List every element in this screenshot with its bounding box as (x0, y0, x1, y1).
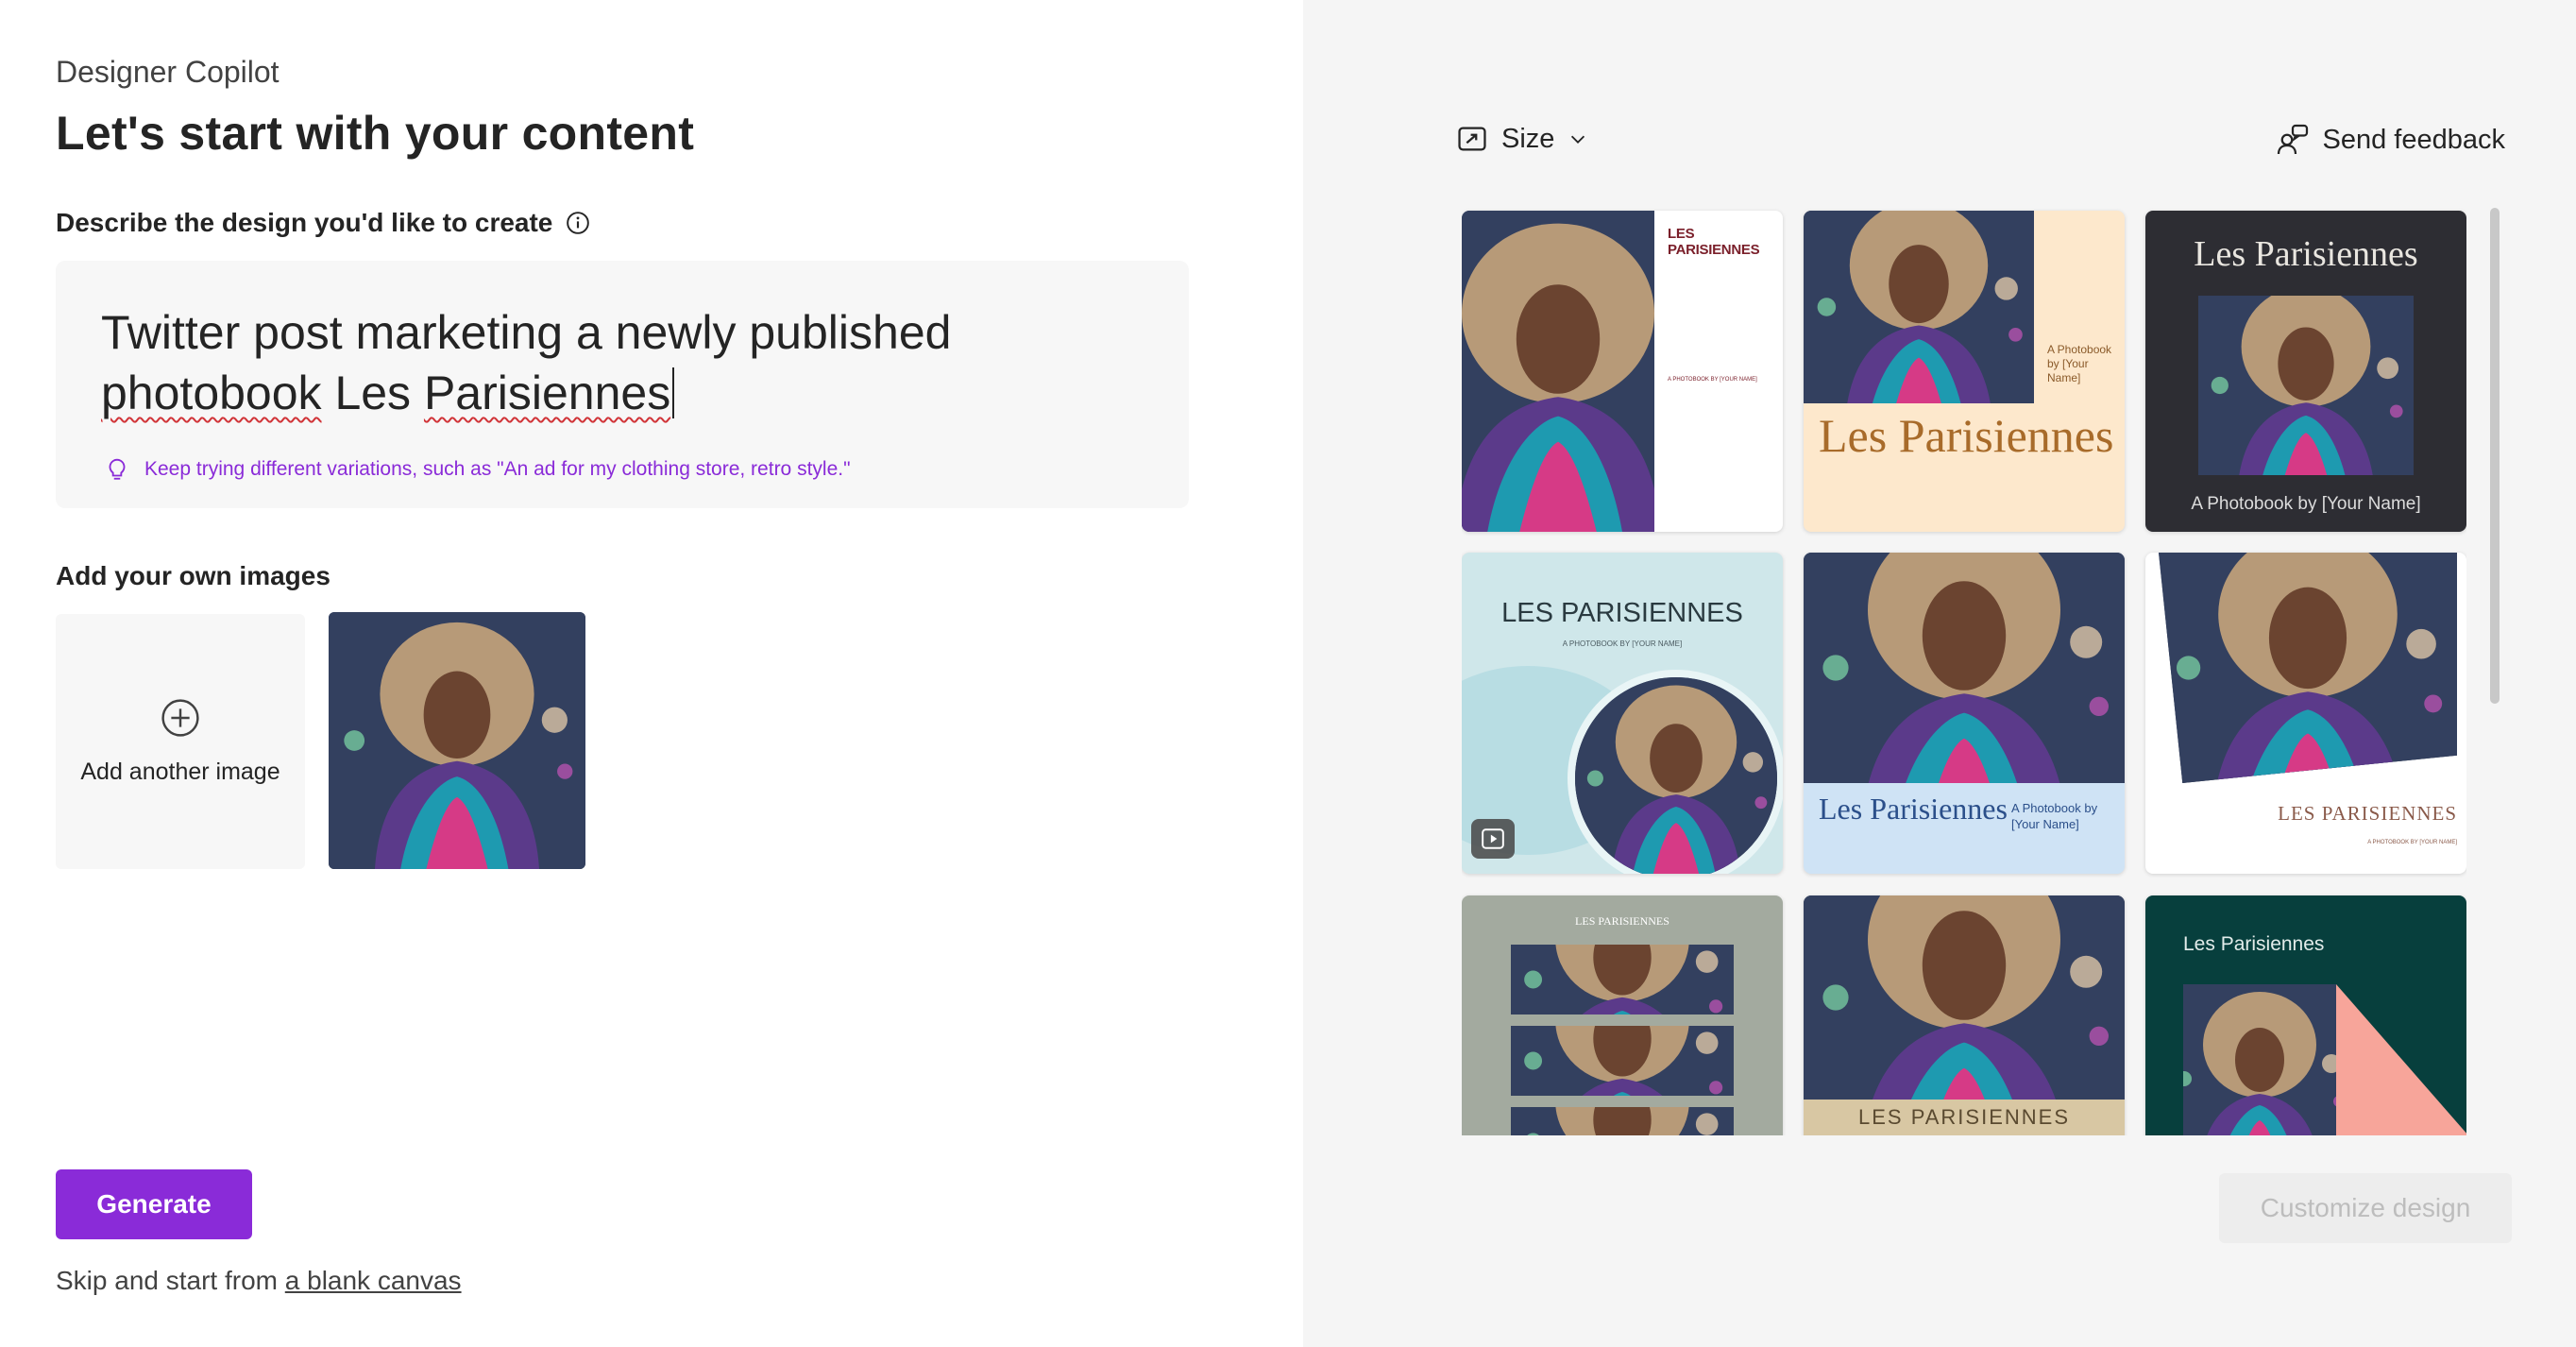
design-card-8[interactable]: LES PARISIENNES (1804, 895, 2125, 1135)
add-image-label: Add another image (80, 758, 280, 785)
design-photo (1511, 1026, 1734, 1096)
prompt-tip: Keep trying different variations, such a… (105, 457, 851, 482)
skip-text: Skip and start from a blank canvas (56, 1266, 462, 1296)
design-photo (1575, 677, 1777, 874)
add-image-button[interactable]: Add another image (56, 614, 305, 869)
design-subtitle: A Photobook by [Your Name] (2191, 494, 2421, 514)
decor-triangle (2336, 984, 2466, 1135)
tip-text: Keep trying different variations, such a… (144, 458, 851, 480)
text-caret (672, 367, 675, 418)
design-title: Les Parisiennes (2194, 234, 2418, 274)
prompt-text[interactable]: Twitter post marketing a newly published… (101, 302, 1093, 423)
info-icon[interactable] (566, 211, 590, 235)
design-card-9[interactable]: Les Parisiennes (2145, 895, 2466, 1135)
design-card-6[interactable]: LES PARISIENNES A PHOTOBOOK BY [YOUR NAM… (2145, 553, 2466, 874)
right-panel: Size Send feedback LES PARISIENNES A PHO… (1303, 0, 2576, 1347)
design-photo (1804, 553, 2125, 783)
design-card-1[interactable]: LES PARISIENNES A PHOTOBOOK BY [YOUR NAM… (1462, 211, 1783, 532)
design-title: LES PARISIENNES (1668, 226, 1760, 258)
design-photo (1511, 1107, 1734, 1135)
design-title: LES PARISIENNES (2278, 802, 2457, 825)
feedback-label: Send feedback (2322, 124, 2505, 155)
design-card-4[interactable]: LES PARISIENNES A PHOTOBOOK BY [YOUR NAM… (1462, 553, 1783, 874)
design-photo (2198, 296, 2414, 475)
design-subtitle: A PHOTOBOOK BY [YOUR NAME] (2367, 840, 2457, 845)
design-card-7[interactable]: LES PARISIENNES (1462, 895, 1783, 1135)
design-card-3[interactable]: Les Parisiennes A Photobook by [Your Nam… (2145, 211, 2466, 532)
design-card-2[interactable]: A Photobook by [Your Name] Les Parisienn… (1804, 211, 2125, 532)
left-panel: Designer Copilot Let's start with your c… (0, 0, 1303, 1347)
video-badge (1471, 819, 1515, 859)
design-photo (2159, 553, 2457, 783)
design-title: Les Parisiennes (2183, 933, 2325, 955)
design-photo (1462, 211, 1654, 532)
page-title: Let's start with your content (56, 107, 695, 160)
design-subtitle: A Photobook by [Your Name] (2011, 801, 2098, 831)
plus-circle-icon (161, 698, 199, 737)
prompt-text-word1: photobook (101, 367, 322, 419)
generate-button[interactable]: Generate (56, 1169, 252, 1239)
person-feedback-icon (2277, 124, 2308, 155)
prompt-label-text: Describe the design you'd like to create (56, 208, 553, 237)
uploaded-photo (329, 612, 585, 869)
lightbulb-icon (109, 458, 126, 480)
blank-canvas-link[interactable]: a blank canvas (285, 1266, 462, 1295)
chevron-down-icon (1571, 135, 1585, 144)
design-photo (1804, 895, 2125, 1100)
design-subtitle: A PHOTOBOOK BY [YOUR NAME] (1562, 639, 1683, 648)
customize-design-button[interactable]: Customize design (2219, 1173, 2512, 1243)
send-feedback-button[interactable]: Send feedback (2276, 123, 2505, 157)
design-grid: LES PARISIENNES A PHOTOBOOK BY [YOUR NAM… (1462, 208, 2466, 1135)
design-subtitle: A PHOTOBOOK BY [YOUR NAME] (1668, 377, 1757, 383)
grid-scrollbar[interactable] (2490, 208, 2500, 704)
prompt-input[interactable]: Twitter post marketing a newly published… (56, 261, 1189, 508)
size-label: Size (1501, 123, 1555, 154)
prompt-text-part2: Les (321, 367, 424, 419)
design-title: Les Parisiennes (1819, 792, 2008, 826)
design-title: LES PARISIENNES (1858, 1105, 2070, 1129)
prompt-label: Describe the design you'd like to create (56, 208, 590, 238)
size-dropdown[interactable]: Size (1456, 123, 1588, 155)
design-title: LES PARISIENNES (1575, 914, 1669, 928)
design-card-5[interactable]: Les Parisiennes A Photobook by [Your Nam… (1804, 553, 2125, 874)
design-photo (1511, 945, 1734, 1015)
prompt-text-word2: Parisiennes (423, 367, 671, 419)
app-name: Designer Copilot (56, 55, 280, 89)
resize-icon (1458, 127, 1486, 151)
uploaded-image-thumbnail[interactable] (329, 612, 585, 869)
video-play-icon (1482, 828, 1504, 849)
design-subtitle: A Photobook by [Your Name] (2047, 343, 2112, 384)
prompt-text-part1: Twitter post marketing a newly published (101, 306, 952, 359)
images-label: Add your own images (56, 561, 330, 590)
design-photo (2183, 984, 2336, 1135)
design-title: Les Parisiennes (1819, 409, 2114, 462)
skip-prefix: Skip and start from (56, 1266, 285, 1295)
design-title: LES PARISIENNES (1501, 598, 1743, 628)
design-photo (1804, 211, 2034, 403)
